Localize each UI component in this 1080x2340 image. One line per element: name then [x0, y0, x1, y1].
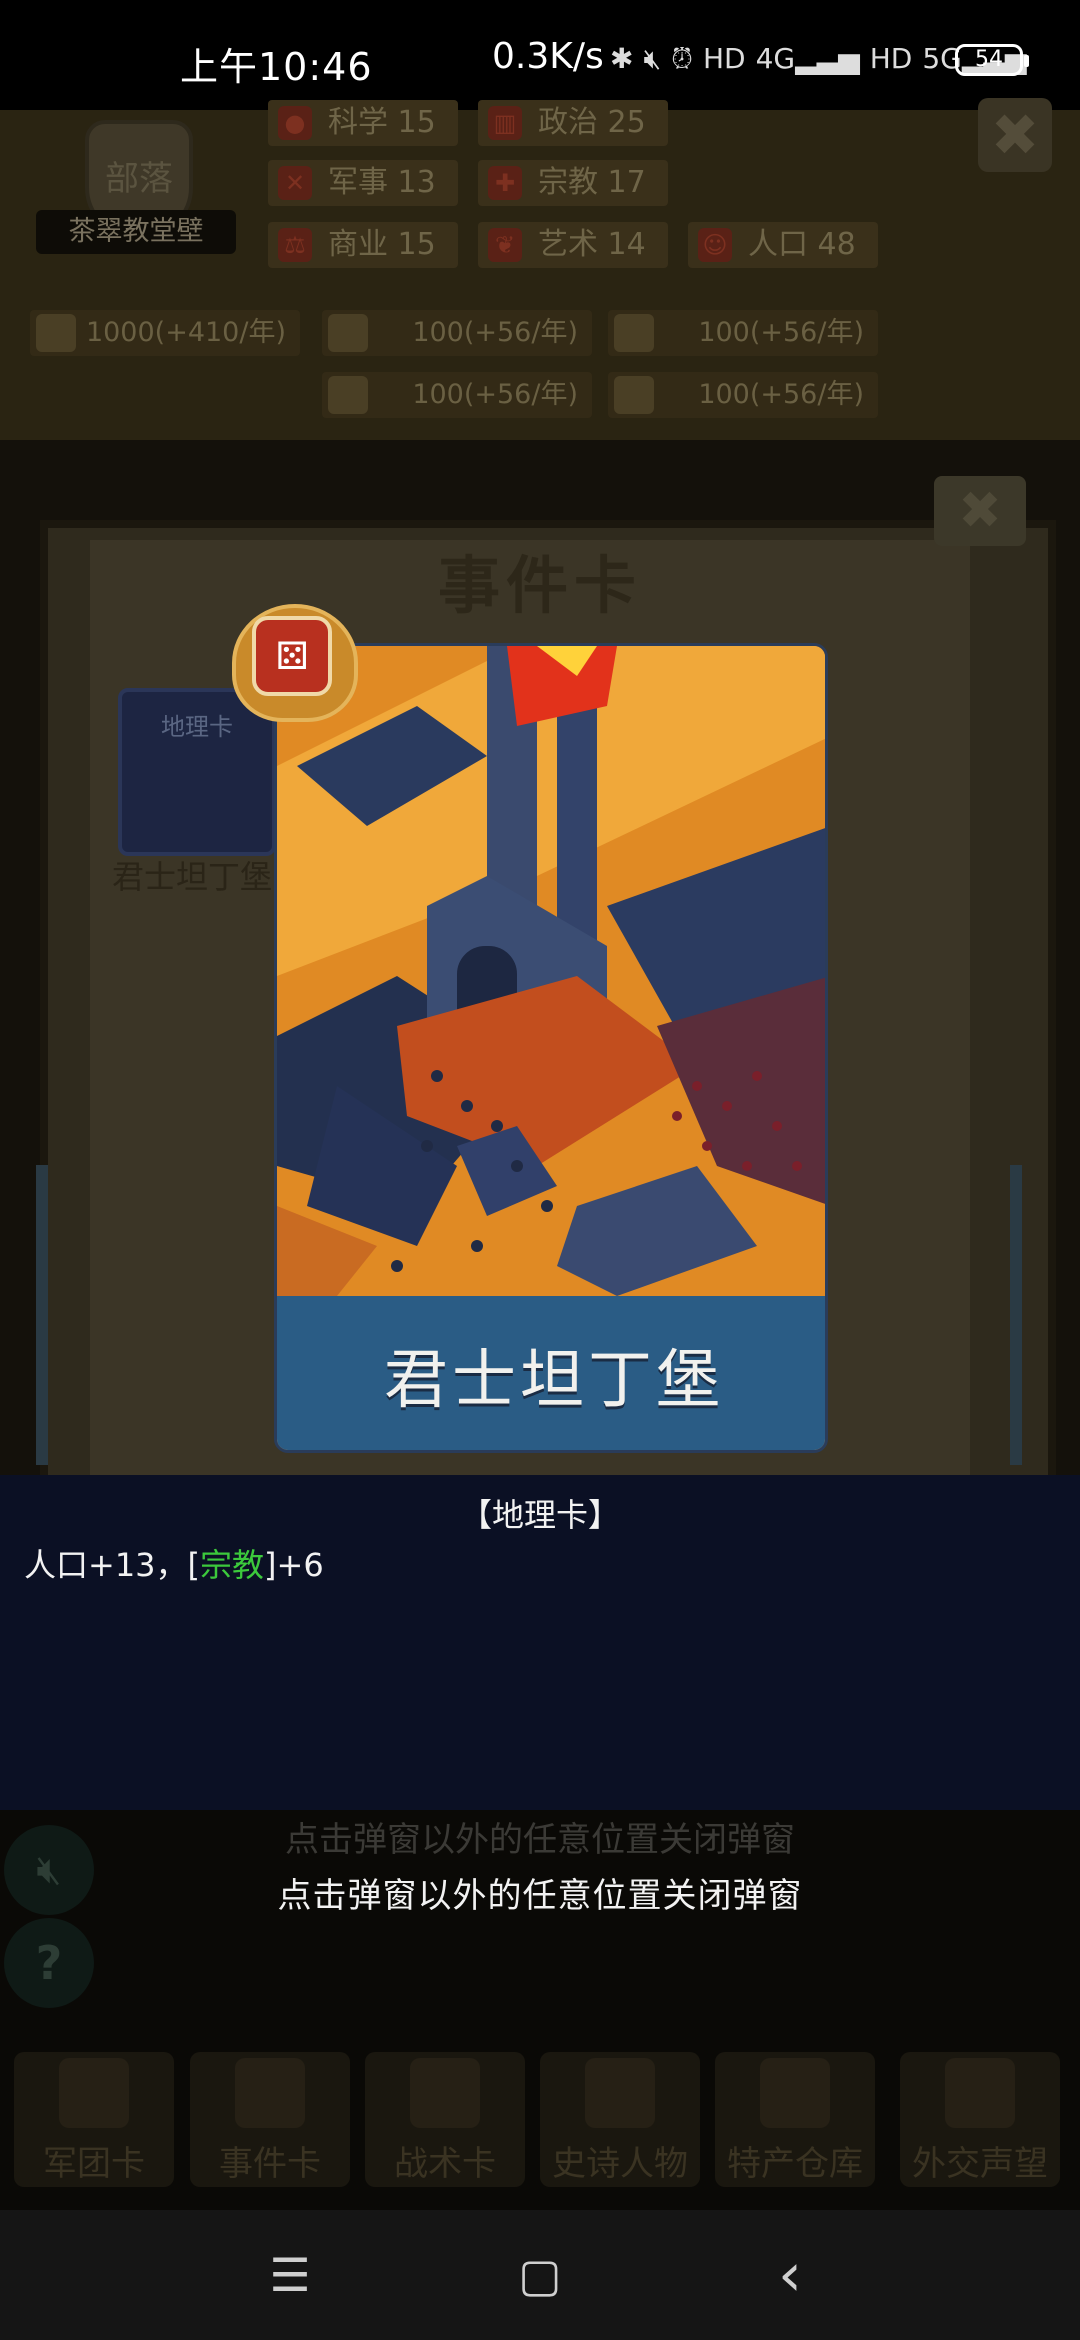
back-icon[interactable]: ‹ [750, 2245, 830, 2305]
hd-icon: HD [869, 42, 913, 75]
wood-icon [328, 314, 368, 352]
iron-icon [614, 314, 654, 352]
panel-edge [1010, 1165, 1022, 1465]
science-icon: ● [278, 106, 312, 140]
gold-coins-icon [36, 314, 76, 352]
stat-religion: ✚ 宗教 17 [478, 160, 668, 206]
scroll-icon [235, 2058, 305, 2128]
small-card-name: 君士坦丁堡 [112, 858, 273, 896]
nav-legion-cards[interactable]: 军团卡 [14, 2052, 174, 2187]
close-icon[interactable]: ✖ [934, 476, 1026, 546]
nav-diplomacy[interactable]: 外交声望 [900, 2052, 1060, 2187]
card-artwork [277, 646, 825, 1296]
stat-science: ● 科学 15 [268, 100, 458, 146]
4g-signal-icon: 4G▂▃▅ [755, 42, 860, 75]
politics-icon: ▥ [488, 106, 522, 140]
meat-icon [614, 376, 654, 414]
resource-iron: 100(+56/年) [608, 310, 878, 356]
religion-icon: ✚ [488, 166, 522, 200]
close-hint-background: 点击弹窗以外的任意位置关闭弹窗 [285, 1820, 795, 1860]
resource-stone: 100(+56/年) [322, 372, 592, 418]
help-icon[interactable]: ? [4, 1918, 94, 2008]
alarm-icon: ⏰︎ [671, 42, 693, 75]
panel-title: 事件卡 [437, 549, 642, 622]
close-hint: 点击弹窗以外的任意位置关闭弹窗 [277, 1876, 803, 1916]
hd-icon: HD [702, 42, 746, 75]
bluetooth-icon: ✱ [610, 42, 634, 75]
status-time: 上午10:46 [180, 45, 373, 89]
mute-icon[interactable]: 🔇︎ [4, 1825, 94, 1915]
chest-icon [760, 2058, 830, 2128]
art-icon: ❦ [488, 228, 522, 262]
resource-meat: 100(+56/年) [608, 372, 878, 418]
card-type-label: 【地理卡】 [459, 1496, 620, 1534]
status-net-speed: 0.3K/s [492, 36, 604, 77]
panel-edge [36, 1165, 48, 1465]
nav-tactic-cards[interactable]: 战术卡 [365, 2052, 525, 2187]
tribe-name: 茶翠教堂壁 [36, 210, 236, 254]
resource-wood: 100(+56/年) [322, 310, 592, 356]
helmet-icon [59, 2058, 129, 2128]
commerce-icon: ⚖ [278, 228, 312, 262]
nav-epic-characters[interactable]: 史诗人物 [540, 2052, 700, 2187]
resource-gold: 1000(+410/年) [30, 310, 300, 356]
stat-art: ❦ 艺术 14 [478, 222, 668, 268]
stat-commerce: ⚖ 商业 15 [268, 222, 458, 268]
nav-specialty-storage[interactable]: 特产仓库 [715, 2052, 875, 2187]
card-effect-text: 人口+13，[宗教]+6 [24, 1546, 324, 1584]
menu-icon[interactable]: ☰ [250, 2245, 330, 2305]
close-icon[interactable]: ✖ [978, 98, 1052, 172]
envelope-icon [945, 2058, 1015, 2128]
map-dice-icon: ⚄ [252, 616, 332, 696]
stat-politics: ▥ 政治 25 [478, 100, 668, 146]
effect-highlight: 宗教 [200, 1546, 265, 1584]
event-card: 君士坦丁堡 [274, 643, 828, 1453]
home-icon[interactable]: ▢ [500, 2245, 580, 2305]
population-icon: ☺ [698, 228, 732, 262]
battery-icon: 54 [955, 44, 1029, 76]
nav-event-cards[interactable]: 事件卡 [190, 2052, 350, 2187]
mute-icon: 🔇︎ [643, 42, 662, 75]
military-icon: ✕ [278, 166, 312, 200]
crossed-swords-icon [410, 2058, 480, 2128]
stat-military: ✕ 军事 13 [268, 160, 458, 206]
stone-icon [328, 376, 368, 414]
card-title: 君士坦丁堡 [384, 1344, 724, 1418]
crown-icon [585, 2058, 655, 2128]
stat-population: ☺ 人口 48 [688, 222, 878, 268]
